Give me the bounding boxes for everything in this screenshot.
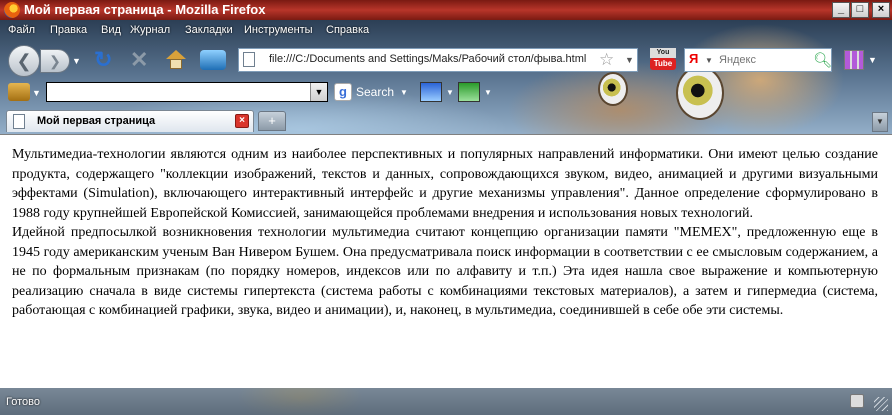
new-tab-button[interactable]: + [258, 111, 286, 131]
firefox-logo-icon [4, 2, 20, 18]
page-icon [243, 52, 255, 67]
history-dropdown-icon[interactable]: ▼ [72, 56, 81, 66]
theme-eye-right-decoration [676, 66, 724, 120]
stop-icon[interactable]: ✕ [130, 49, 152, 71]
search-icon[interactable]: 🔍︎ [813, 51, 832, 69]
menu-tools[interactable]: Инструменты [244, 24, 313, 36]
monitor-green-icon[interactable] [458, 82, 480, 102]
youtube-icon[interactable]: You Tube [650, 48, 676, 72]
yandex-search-box[interactable]: Я ▼ 🔍︎ [684, 48, 832, 72]
menu-edit[interactable]: Правка [50, 24, 87, 36]
status-addon-icon[interactable] [850, 394, 864, 408]
google-search-label: Search [356, 85, 395, 99]
title-bar: Мой первая страница - Mozilla Firefox _ … [0, 0, 892, 20]
search-engine-dropdown-icon[interactable]: ▼ [705, 56, 713, 65]
tab-list-icon[interactable]: ▼ [872, 112, 888, 132]
google-search-field[interactable]: ▼ [46, 82, 328, 102]
tab-close-icon[interactable]: × [235, 114, 249, 128]
back-arrow-icon: ❮ [16, 51, 32, 71]
status-bar: Готово [0, 388, 892, 415]
menu-bookmarks[interactable]: Закладки [185, 24, 233, 36]
resize-grip-icon[interactable] [874, 397, 888, 411]
address-bar[interactable]: file:///C:/Documents and Settings/Maks/Р… [238, 48, 638, 72]
apps-grid-icon[interactable] [844, 50, 864, 70]
toolbar-addon-dropdown-icon[interactable]: ▼ [32, 88, 41, 98]
bookmark-star-icon[interactable]: ☆ [599, 50, 614, 70]
content-paragraph-2: Идейной предпосылкой возникновения техно… [12, 225, 878, 318]
yandex-search-input[interactable] [719, 52, 811, 68]
reload-icon[interactable]: ↻ [94, 49, 116, 71]
google-search-button-dropdown-icon[interactable]: ▼ [400, 88, 408, 97]
menu-file[interactable]: Файл [8, 24, 35, 36]
address-url[interactable]: file:///C:/Documents and Settings/Maks/Р… [269, 53, 586, 65]
bookmarks-toolbar-icon[interactable] [200, 50, 226, 70]
close-window-button[interactable]: × [872, 2, 890, 18]
forward-button[interactable]: ❯ [40, 49, 70, 73]
apps-dropdown-icon[interactable]: ▼ [868, 55, 877, 65]
monitor-blue-dropdown-icon[interactable]: ▼ [446, 88, 454, 97]
content-paragraph-1: Мультимедиа-технологии являются одним из… [12, 147, 878, 221]
google-search-dropdown-icon[interactable]: ▼ [310, 83, 327, 101]
theme-eye-left-decoration [598, 72, 628, 106]
google-g-icon: g [334, 83, 352, 101]
menu-history[interactable]: Журнал [130, 24, 170, 36]
home-roof-decoration [166, 50, 186, 59]
forward-arrow-icon: ❯ [49, 53, 61, 69]
monitor-green-dropdown-icon[interactable]: ▼ [484, 88, 492, 97]
address-dropdown-icon[interactable]: ▼ [625, 55, 634, 65]
monitor-blue-icon[interactable] [420, 82, 442, 102]
window-title: Мой первая страница - Mozilla Firefox [24, 2, 266, 17]
status-text: Готово [6, 396, 40, 408]
menu-help[interactable]: Справка [326, 24, 369, 36]
menu-view[interactable]: Вид [101, 24, 121, 36]
maximize-button[interactable]: □ [851, 2, 869, 18]
back-button[interactable]: ❮ [8, 45, 40, 77]
home-wall-decoration [170, 59, 182, 69]
page-content: Мультимедиа-технологии являются одним из… [0, 134, 892, 389]
home-icon[interactable] [166, 50, 186, 70]
minimize-button[interactable]: _ [832, 2, 850, 18]
toolbar-addon-icon[interactable] [8, 83, 30, 101]
tab-title: Мой первая страница [37, 115, 156, 127]
tab-page-icon [13, 114, 25, 129]
youtube-text-bottom: Tube [650, 58, 676, 70]
yandex-logo-icon[interactable]: Я [689, 51, 698, 66]
tab-active[interactable]: Мой первая страница × [6, 110, 254, 132]
youtube-text-top: You [650, 48, 676, 58]
